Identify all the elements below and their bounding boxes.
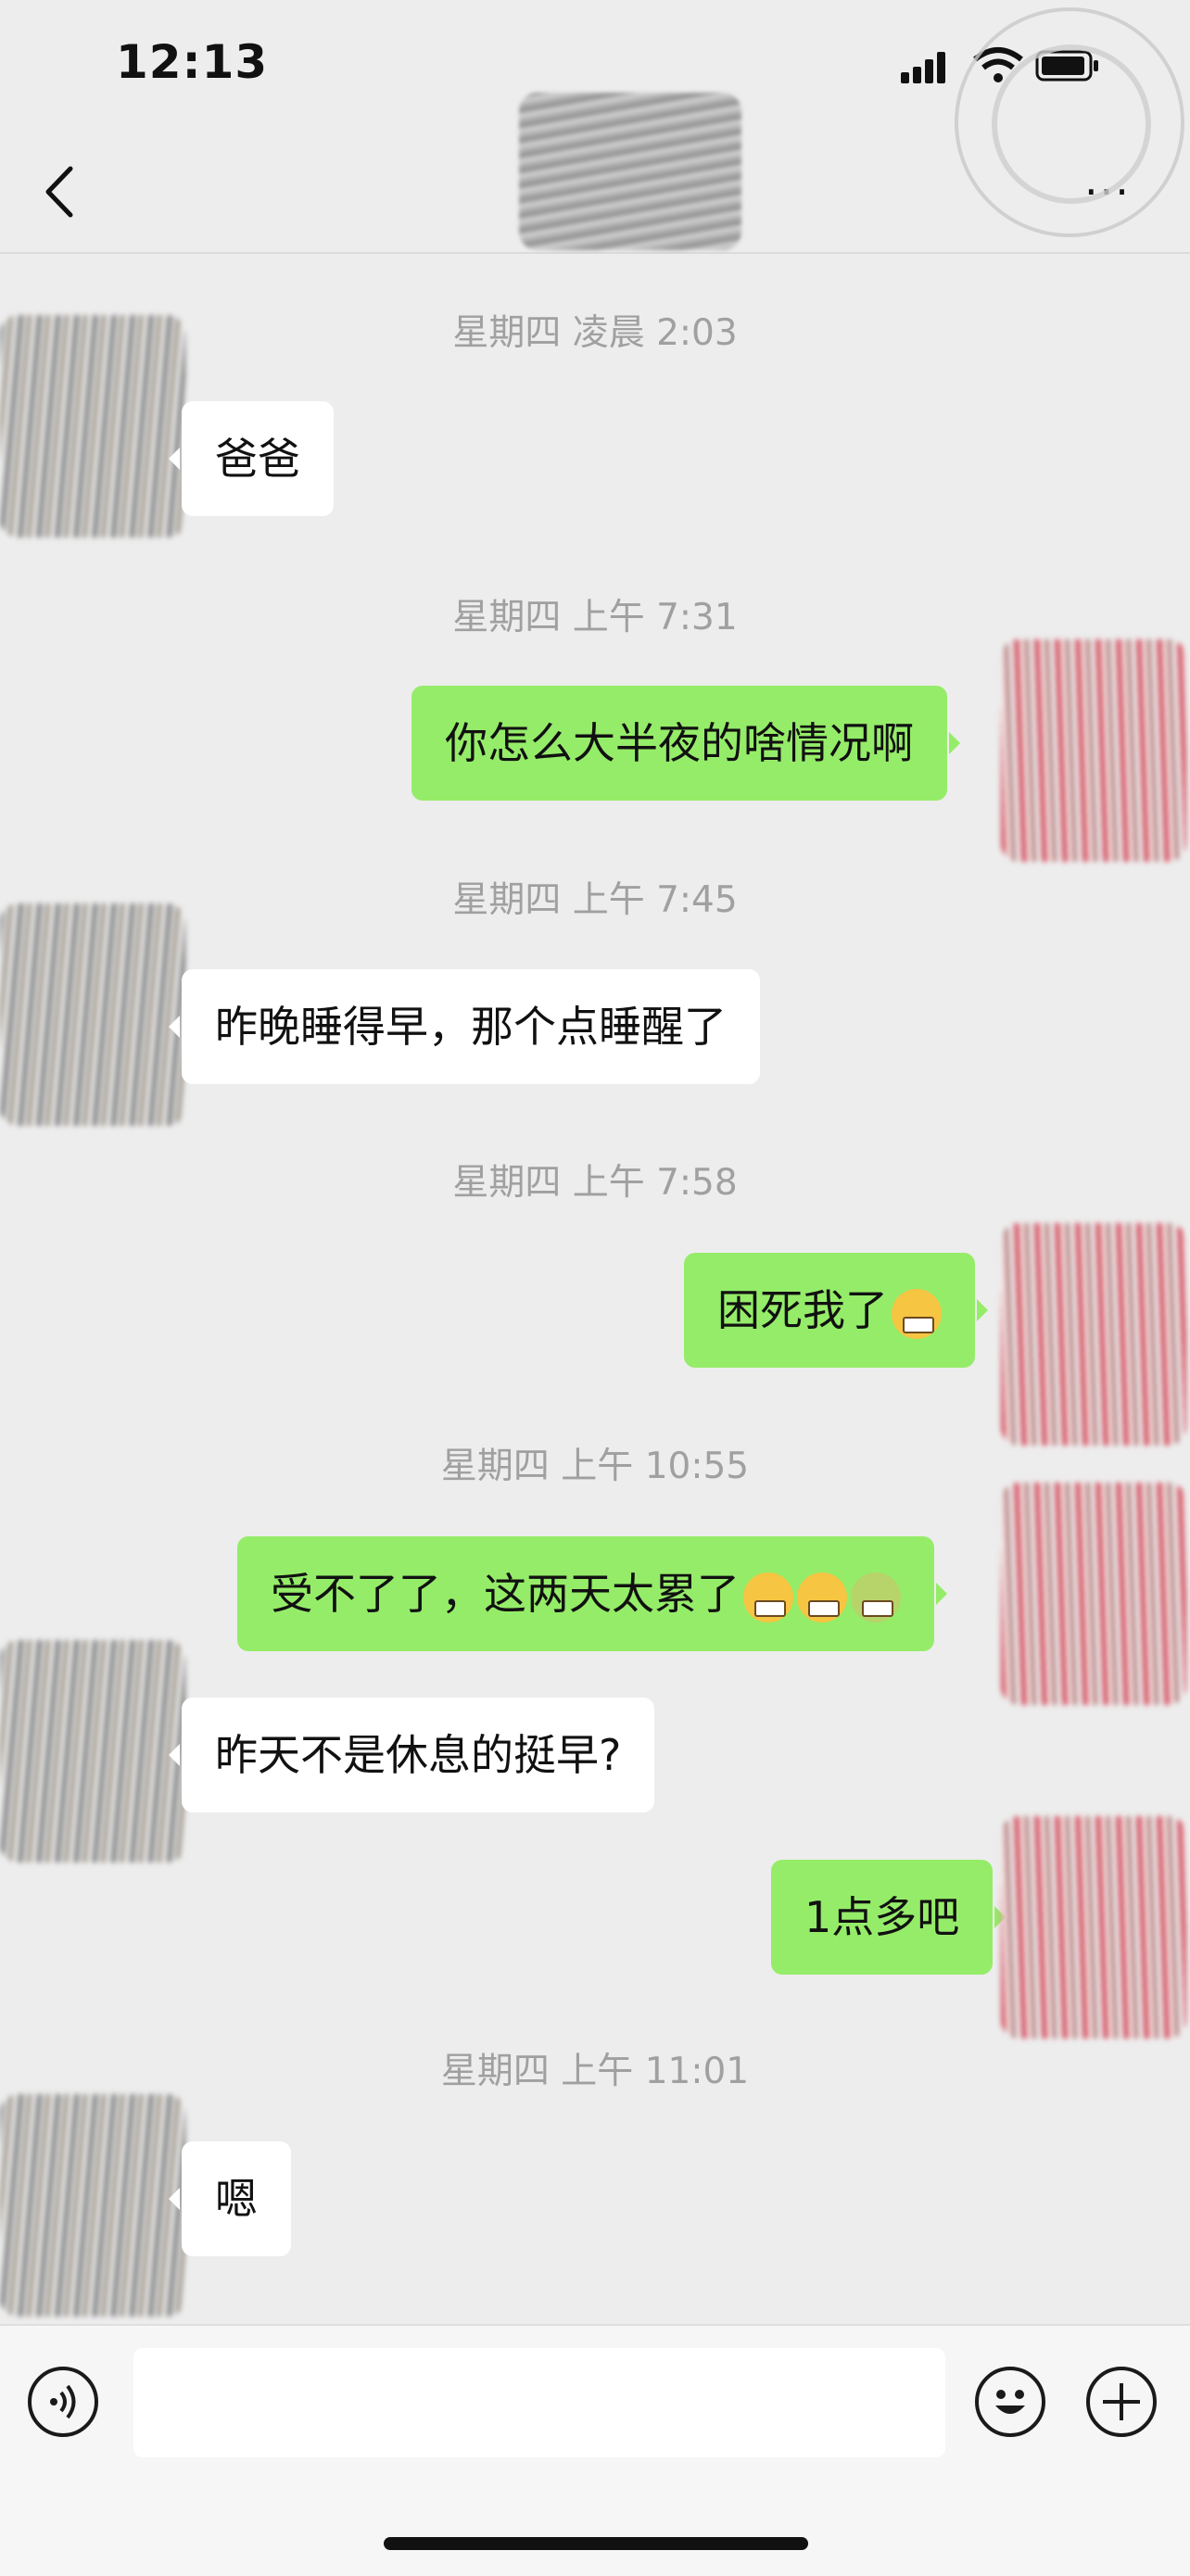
home-indicator[interactable] [384,2537,808,2550]
contact-avatar[interactable] [0,903,185,1126]
sick-face-icon [851,1572,901,1623]
emoji-button[interactable] [975,2367,1045,2437]
plus-icon [1103,2383,1140,2420]
my-avatar[interactable] [1001,639,1186,862]
voice-button[interactable] [28,2367,98,2437]
message-timestamp: 星期四 上午 11:01 [440,2051,750,2092]
status-time: 12:13 [116,35,269,89]
my-avatar[interactable] [1001,1223,1186,1446]
contact-avatar[interactable] [0,315,185,537]
sent-message[interactable]: 你怎么大半夜的啥情况啊 [411,686,960,801]
message-input[interactable] [133,2348,945,2457]
yawning-face-icon [892,1288,942,1339]
sent-message-text: 1点多吧 [804,1892,960,1942]
contact-avatar[interactable] [0,2094,185,2317]
sent-message[interactable]: 困死我了 [684,1253,988,1368]
emoji-icon [995,2390,1025,2414]
plus-button[interactable] [1086,2367,1157,2437]
sent-message-text: 困死我了 [717,1285,888,1335]
received-message[interactable]: 爸爸 [169,401,334,516]
message-timestamp: 星期四 上午 7:31 [452,597,738,638]
voice-icon [50,2384,76,2419]
message-timestamp: 星期四 上午 10:55 [440,1446,750,1487]
watermark-stamp [955,7,1184,237]
grimacing-face-icon [743,1572,793,1623]
message-timestamp: 星期四 上午 7:58 [452,1162,738,1204]
contact-avatar[interactable] [0,1640,185,1863]
back-chevron-icon[interactable] [37,159,83,224]
signal-icon [901,52,945,83]
sent-message[interactable]: 受不了了，这两天太累了 [237,1536,947,1651]
received-message[interactable]: 昨天不是休息的挺早? [168,1698,655,1812]
received-message[interactable]: 嗯 [169,2141,291,2256]
received-message[interactable]: 昨晚睡得早，那个点睡醒了 [169,969,760,1084]
sent-message[interactable]: 1点多吧 [771,1860,1006,1975]
sent-message-text: 你怎么大半夜的啥情况啊 [445,718,914,768]
contact-name-redacted [519,93,741,250]
my-avatar[interactable] [1001,1483,1186,1705]
sent-message-text: 受不了了，这两天太累了 [271,1569,740,1619]
my-avatar[interactable] [1001,1816,1186,2039]
grimacing-face-icon [797,1572,847,1623]
